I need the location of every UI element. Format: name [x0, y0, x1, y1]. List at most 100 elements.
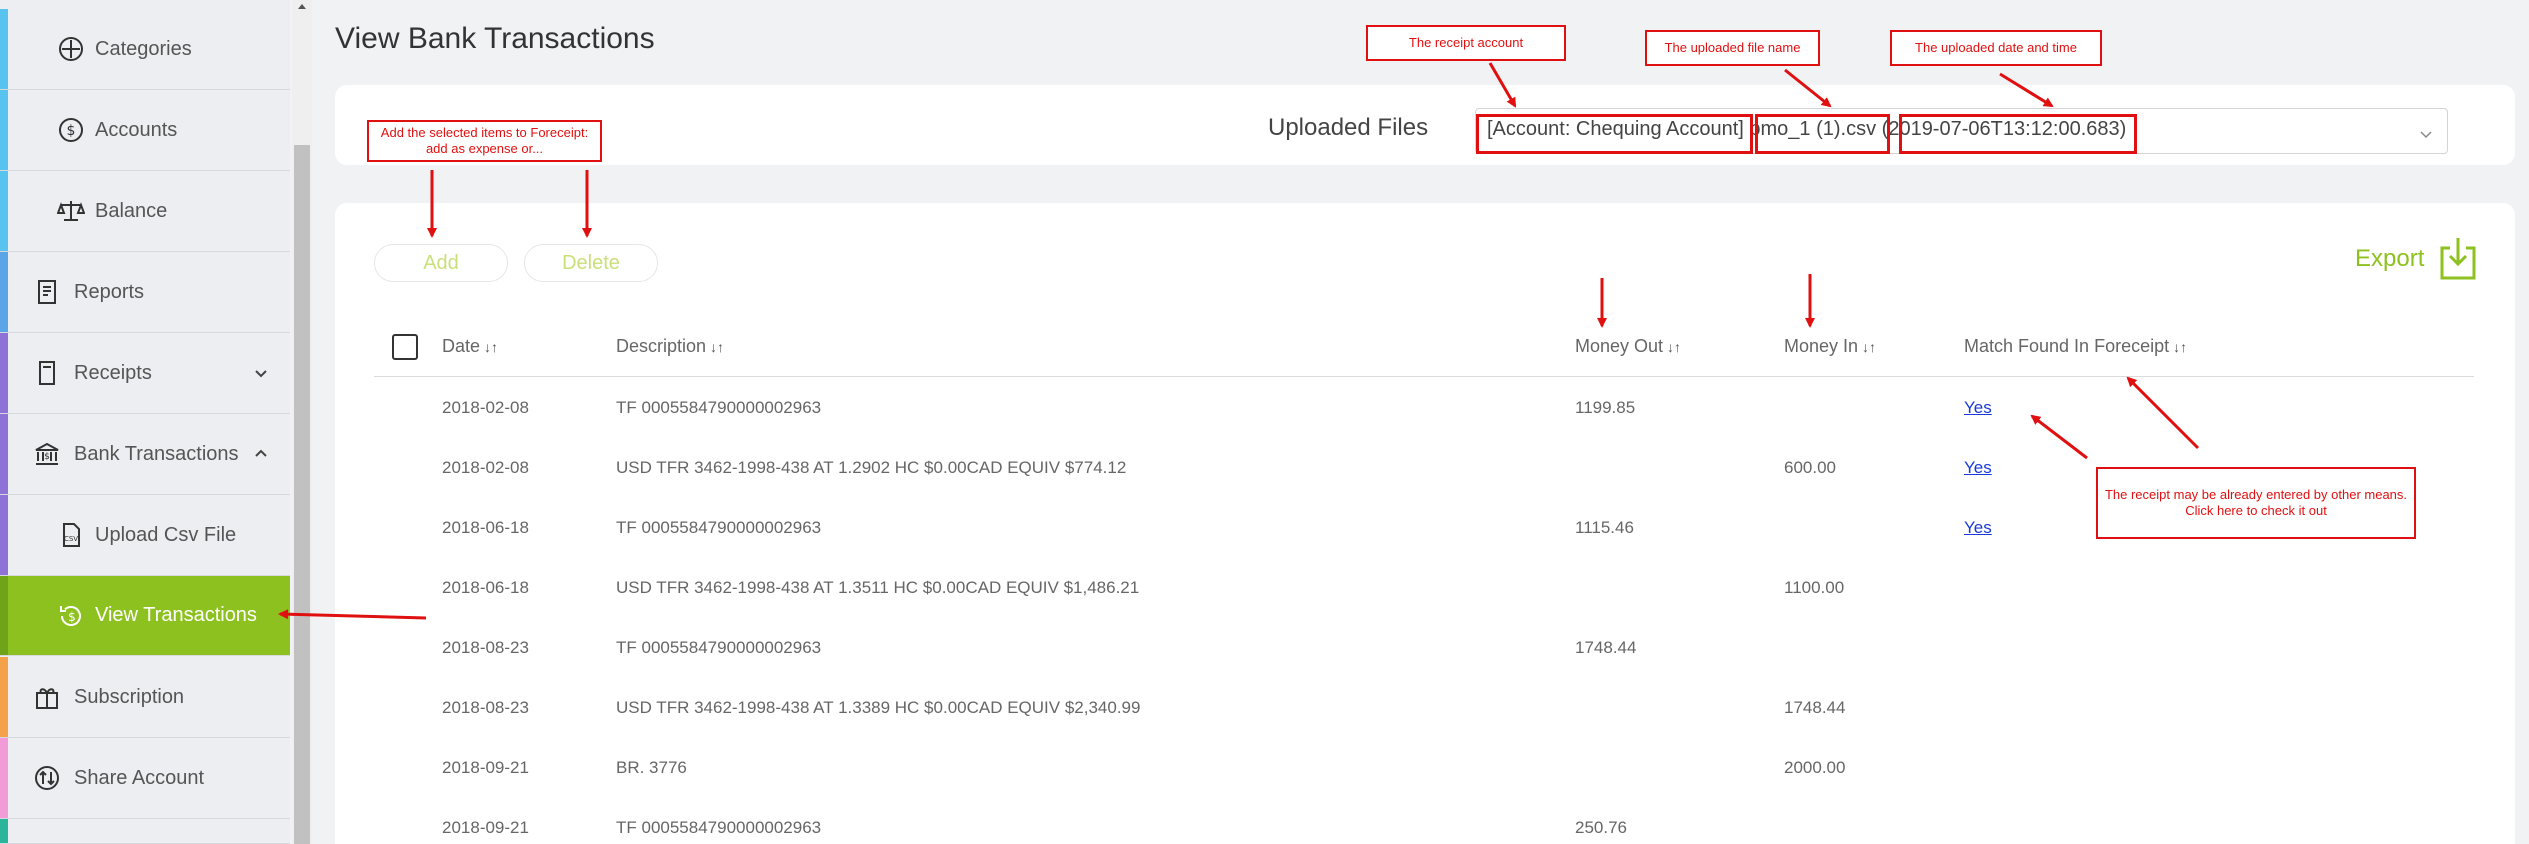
cell-money-in: 2000.00 [1784, 758, 1846, 777]
page-title: View Bank Transactions [335, 22, 655, 55]
uploaded-files-label: Uploaded Files [1268, 114, 1429, 141]
svg-text:$: $ [68, 610, 76, 624]
column-header-label: Description [616, 336, 707, 356]
column-header-description[interactable]: Description ↓↑ [616, 336, 724, 357]
cell-money-out: 1115.46 [1575, 518, 1634, 537]
sidebar-item-label: Subscription [74, 685, 185, 708]
match-link[interactable]: Yes [1964, 518, 1992, 538]
sidebar: Categories $ Accounts Balance Reports Re… [0, 0, 290, 844]
column-header-date[interactable]: Date ↓↑ [442, 336, 498, 357]
sidebar-item-label: Reports [74, 280, 145, 303]
sidebar-item-upload-csv[interactable]: CSV Upload Csv File [0, 495, 290, 576]
cell-date: 2018-02-08 [442, 458, 529, 477]
color-strip [0, 252, 8, 332]
csv-file-icon: CSV [56, 520, 86, 550]
cell-date: 2018-06-18 [442, 518, 529, 537]
sidebar-item-label: Balance [95, 199, 168, 222]
sidebar-item-label: View Transactions [95, 604, 257, 626]
sidebar-item-reports[interactable]: Reports [0, 252, 290, 333]
download-icon[interactable] [2438, 236, 2478, 280]
svg-text:CSV: CSV [64, 535, 78, 543]
color-strip [0, 9, 8, 89]
color-strip [0, 576, 8, 655]
sidebar-item-receipts[interactable]: Receipts [0, 333, 290, 414]
cell-description: TF 0005584790000002963 [616, 518, 822, 537]
sidebar-item-label: Upload Csv File [95, 523, 237, 546]
sort-icon[interactable]: ↓↑ [1667, 339, 1681, 355]
cell-date: 2018-08-23 [442, 698, 529, 717]
color-strip [0, 414, 8, 494]
add-button[interactable]: Add [374, 244, 508, 282]
sidebar-item-label: Accounts [95, 118, 178, 141]
select-all-checkbox[interactable] [392, 334, 418, 360]
column-header-label: Money In [1784, 336, 1859, 356]
sidebar-item-view-transactions[interactable]: $ View Transactions [0, 576, 290, 656]
cell-money-in: 1748.44 [1784, 698, 1846, 717]
annotation-add-hint: Add the selected items to Foreceipt: add… [367, 120, 602, 162]
cell-money-out: 250.76 [1575, 818, 1627, 837]
sort-icon[interactable]: ↓↑ [710, 339, 724, 355]
sort-icon[interactable]: ↓↑ [2173, 339, 2187, 355]
highlight-date-time [1899, 114, 2137, 154]
header-divider [374, 376, 2474, 377]
gift-icon [32, 682, 62, 712]
chevron-up-icon [255, 449, 267, 457]
annotation-receipt-account: The receipt account [1366, 25, 1566, 61]
cell-date: 2018-08-23 [442, 638, 529, 657]
sidebar-item-categories[interactable]: Categories [0, 9, 290, 90]
cell-description: TF 0005584790000002963 [616, 638, 822, 657]
match-link[interactable]: Yes [1964, 458, 1992, 478]
receipt-icon [32, 358, 62, 388]
column-header-label: Match Found In Foreceipt [1964, 336, 2170, 356]
sidebar-item-balance[interactable]: Balance [0, 171, 290, 252]
delete-button[interactable]: Delete [524, 244, 658, 282]
cell-money-out: 1748.44 [1575, 638, 1637, 657]
sidebar-scrollbar-thumb[interactable] [294, 145, 310, 844]
export-button[interactable]: Export [2355, 245, 2424, 273]
scroll-up-arrow-icon[interactable] [296, 0, 308, 12]
balance-scale-icon [56, 196, 86, 226]
sidebar-item-label: Receipts [74, 361, 152, 384]
annotation-match-hint: The receipt may be already entered by ot… [2096, 467, 2416, 539]
highlight-account [1476, 114, 1753, 154]
sidebar-item-label: Share Account [74, 766, 205, 789]
cell-money-in: 1100.00 [1784, 578, 1845, 597]
cell-date: 2018-06-18 [442, 578, 529, 597]
color-strip [0, 657, 8, 737]
sidebar-item-accounts[interactable]: $ Accounts [0, 90, 290, 171]
report-icon [32, 277, 62, 307]
color-strip [0, 819, 8, 843]
sort-icon[interactable]: ↓↑ [1862, 339, 1876, 355]
sidebar-item-label: Bank Transactions [74, 442, 239, 465]
cell-money-in: 600.00 [1784, 458, 1836, 477]
color-strip [0, 90, 8, 170]
annotation-file-name: The uploaded file name [1645, 30, 1820, 66]
sidebar-item-bank-transactions[interactable]: $ Bank Transactions [0, 414, 290, 495]
chevron-down-icon[interactable] [2418, 126, 2434, 142]
share-icon [32, 763, 62, 793]
color-strip [0, 495, 8, 575]
svg-text:$: $ [67, 123, 76, 139]
column-header-money-out[interactable]: Money Out ↓↑ [1575, 336, 1681, 357]
cell-description: TF 0005584790000002963 [616, 398, 822, 417]
sidebar-item-share-account[interactable]: Share Account [0, 738, 290, 819]
annotation-date-time: The uploaded date and time [1890, 30, 2102, 66]
bank-icon: $ [32, 439, 62, 469]
cell-date: 2018-09-21 [442, 758, 529, 777]
sidebar-item-subscription[interactable]: Subscription [0, 657, 290, 738]
cell-description: USD TFR 3462-1998-438 AT 1.3511 HC $0.00… [616, 578, 1140, 597]
cell-description: USD TFR 3462-1998-438 AT 1.2902 HC $0.00… [616, 458, 1127, 477]
cell-description: TF 0005584790000002963 [616, 818, 822, 837]
cell-date: 2018-02-08 [442, 398, 529, 417]
column-header-match-found[interactable]: Match Found In Foreceipt ↓↑ [1964, 336, 2187, 357]
column-header-money-in[interactable]: Money In ↓↑ [1784, 336, 1876, 357]
sort-icon[interactable]: ↓↑ [484, 339, 498, 355]
match-link[interactable]: Yes [1964, 398, 1992, 418]
cell-description: BR. 3776 [616, 758, 687, 777]
color-strip [0, 333, 8, 413]
highlight-file-name [1755, 114, 1890, 154]
column-header-label: Money Out [1575, 336, 1664, 356]
dollar-refresh-icon: $ [56, 601, 86, 631]
color-strip [0, 738, 8, 818]
sidebar-item-partial[interactable] [0, 819, 290, 844]
